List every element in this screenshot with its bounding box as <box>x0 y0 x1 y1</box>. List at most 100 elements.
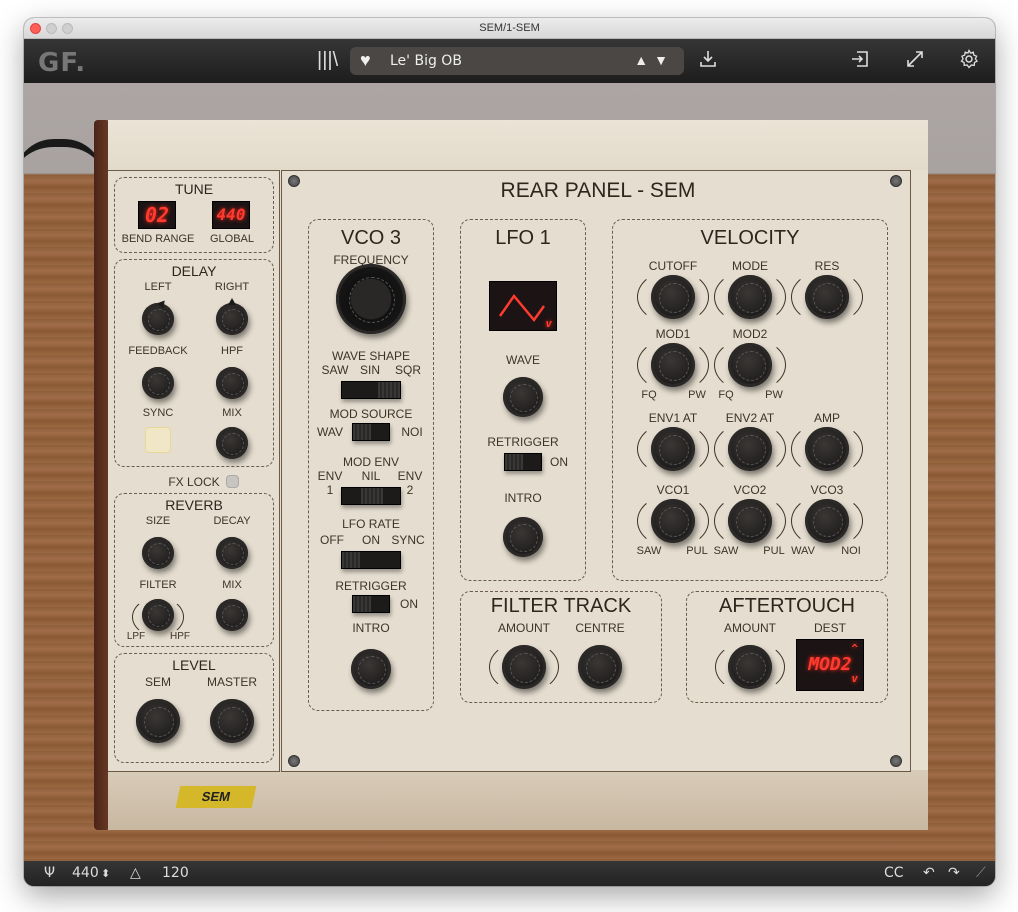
global-label: GLOBAL <box>209 233 255 245</box>
velocity-knob[interactable] <box>805 427 849 471</box>
vco3-wave-shape-switch[interactable] <box>341 381 401 399</box>
redo-icon[interactable]: ↷ <box>948 865 960 881</box>
aftertouch-dest-display[interactable]: MOD2 ^ v <box>796 639 864 691</box>
velocity-knob[interactable] <box>728 275 772 319</box>
vco3-retrigger-label: RETRIGGER <box>335 579 407 593</box>
velocity-knob[interactable] <box>805 499 849 543</box>
reverb-filter-knob[interactable] <box>142 599 174 631</box>
library-icon[interactable]: |||\ <box>317 49 338 72</box>
velocity-knob-max-label: PW <box>765 389 783 401</box>
delay-feedback-label: FEEDBACK <box>128 345 188 357</box>
velocity-knob-min-label: SAW <box>713 545 739 557</box>
delay-mix-knob[interactable] <box>216 427 248 459</box>
toolbar: GF. |||\ ♥ Le' Big OB ▲▼ <box>24 39 995 83</box>
download-icon[interactable] <box>698 49 718 75</box>
reverb-decay-knob[interactable] <box>216 537 248 569</box>
screw <box>288 755 300 767</box>
reverb-size-knob[interactable] <box>142 537 174 569</box>
lfo-rate-switch[interactable] <box>341 551 401 569</box>
mod-env-switch[interactable] <box>341 487 401 505</box>
preset-prev-button[interactable]: ▲ <box>634 52 654 68</box>
velocity-knob[interactable] <box>728 343 772 387</box>
resize-handle[interactable]: ⟋ <box>976 865 986 881</box>
filter-track-centre-knob[interactable] <box>578 645 622 689</box>
chassis-bottom: SEM <box>108 770 928 830</box>
export-icon[interactable] <box>850 49 870 75</box>
vco3-title: VCO 3 <box>340 227 402 249</box>
tuning-stepper[interactable]: ⬍ <box>101 867 110 880</box>
mod-env-label: MOD ENV <box>342 455 400 469</box>
lfo-rate-label: LFO RATE <box>342 517 400 531</box>
velocity-knob[interactable] <box>728 499 772 543</box>
preset-prev-next[interactable]: ▲▼ <box>634 52 674 68</box>
velocity-knob[interactable] <box>651 275 695 319</box>
fx-lock-label: FX LOCK <box>168 475 220 489</box>
cable <box>24 139 104 179</box>
global-tune-display[interactable]: 440 <box>212 201 250 229</box>
vco3-frequency-knob[interactable] <box>336 264 406 334</box>
bend-range-display[interactable]: 02 <box>138 201 176 229</box>
delay-hpf-knob[interactable] <box>216 367 248 399</box>
reverb-filter-min-label: LPF <box>126 631 146 642</box>
close-button[interactable] <box>30 23 41 34</box>
aftertouch-dest-value: MOD2 <box>808 654 852 675</box>
level-master-knob[interactable] <box>210 699 254 743</box>
preset-name[interactable]: Le' Big OB <box>390 53 462 69</box>
vco3-intro-knob[interactable] <box>351 649 391 689</box>
wave-option-saw: SAW <box>321 363 349 377</box>
tuning-fork-icon: Ψ <box>44 865 56 881</box>
panel-title: REAR PANEL - SEM <box>500 179 696 202</box>
gear-icon[interactable] <box>959 49 979 75</box>
wave-option-sin: SIN <box>359 363 381 377</box>
delay-left-knob[interactable] <box>142 297 174 335</box>
velocity-knob-min-label: SAW <box>636 545 662 557</box>
mod-source-wav: WAV <box>317 425 343 439</box>
velocity-knob[interactable] <box>651 427 695 471</box>
preset-next-button[interactable]: ▼ <box>654 52 674 68</box>
preset-selector[interactable]: ♥ Le' Big OB ▲▼ <box>350 47 684 75</box>
dest-down-button[interactable]: v <box>851 654 858 704</box>
expand-icon[interactable] <box>905 49 925 75</box>
bend-range-label: BEND RANGE <box>121 233 195 245</box>
filter-track-amount-label: AMOUNT <box>498 621 550 635</box>
wave-display-arrow[interactable]: v <box>545 317 552 330</box>
tuning-value[interactable]: 440 <box>72 865 99 881</box>
reverb-decay-label: DECAY <box>213 515 251 527</box>
velocity-knob[interactable] <box>651 343 695 387</box>
delay-right-label: RIGHT <box>214 281 250 293</box>
plugin-window: SEM/1-SEM GF. |||\ ♥ Le' Big OB ▲▼ SEM T… <box>24 18 995 886</box>
wave-option-sqr: SQR <box>394 363 422 377</box>
lfo1-retrigger-switch[interactable] <box>504 453 542 471</box>
mod-env-opt-2: ENV <box>397 469 423 483</box>
fx-lock-toggle[interactable] <box>226 475 239 488</box>
mod-source-switch[interactable] <box>352 423 390 441</box>
level-sem-knob[interactable] <box>136 699 180 743</box>
velocity-knob[interactable] <box>728 427 772 471</box>
lfo1-wave-knob[interactable] <box>503 377 543 417</box>
mod-env-opt-nil: NIL <box>361 469 381 483</box>
aftertouch-dest-label: DEST <box>813 621 847 635</box>
vco3-retrigger-switch[interactable] <box>352 595 390 613</box>
status-bar: Ψ 440 ⬍ △ 120 CC ↶ ↷ ⟋ <box>24 861 995 886</box>
lfo1-intro-knob[interactable] <box>503 517 543 557</box>
rear-panel: REAR PANEL - SEM VCO 3 FREQUENCY WAVE SH… <box>281 170 911 772</box>
filter-track-amount-knob[interactable] <box>502 645 546 689</box>
velocity-knob-max-label: NOI <box>841 545 861 557</box>
reverb-mix-knob[interactable] <box>216 599 248 631</box>
screw <box>890 175 902 187</box>
lfo1-wave-display[interactable]: v <box>489 281 557 331</box>
heart-icon[interactable]: ♥ <box>360 50 371 71</box>
velocity-knob[interactable] <box>651 499 695 543</box>
cc-button[interactable]: CC <box>884 865 904 881</box>
delay-feedback-knob[interactable] <box>142 367 174 399</box>
delay-right-knob[interactable] <box>216 298 248 335</box>
minimize-button[interactable] <box>46 23 57 34</box>
velocity-knob-max-label: PW <box>688 389 706 401</box>
tempo-value[interactable]: 120 <box>162 865 189 881</box>
velocity-knob[interactable] <box>805 275 849 319</box>
delay-sync-button[interactable] <box>145 427 171 453</box>
aftertouch-amount-knob[interactable] <box>728 645 772 689</box>
reverb-mix-label: MIX <box>222 579 242 591</box>
undo-icon[interactable]: ↶ <box>923 865 935 881</box>
zoom-button[interactable] <box>62 23 73 34</box>
